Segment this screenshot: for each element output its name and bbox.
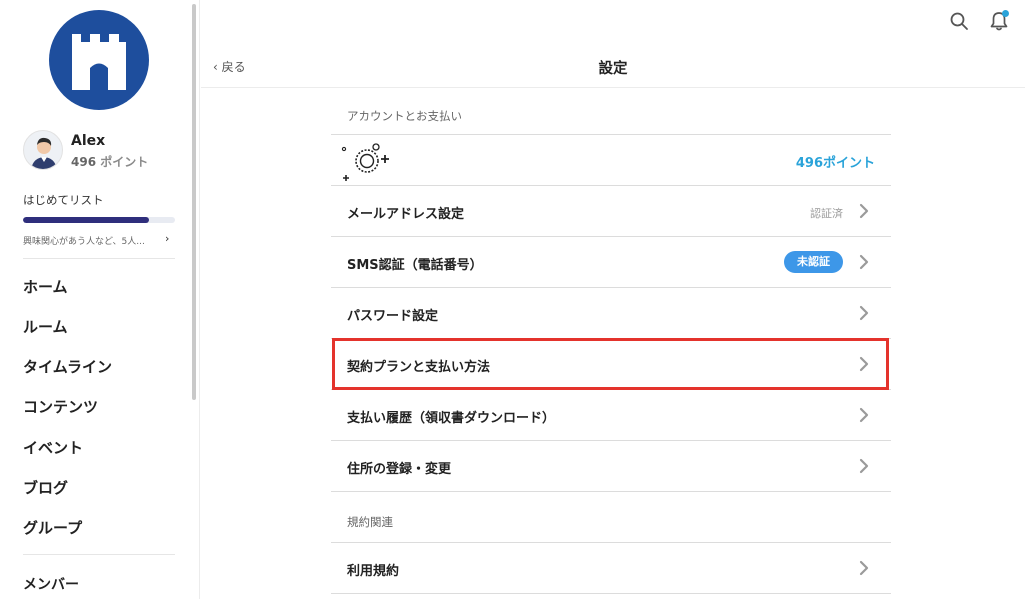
- chevron-right-icon: [859, 254, 869, 270]
- user-points-unit: ポイント: [100, 155, 149, 169]
- row-label: SMS認証（電話番号）: [347, 258, 483, 273]
- nav-members[interactable]: メンバー: [23, 574, 79, 594]
- row-address-settings[interactable]: 住所の登録・変更: [331, 441, 891, 492]
- chevron-right-icon: [859, 560, 869, 576]
- user-points: 496 ポイント: [71, 153, 148, 170]
- sidebar-divider: [23, 554, 175, 555]
- nav-contents[interactable]: コンテンツ: [23, 396, 98, 417]
- row-label: パスワード設定: [347, 309, 439, 324]
- chevron-right-icon: [859, 458, 869, 474]
- row-label: 住所の登録・変更: [347, 462, 452, 477]
- beginner-progress-bar: [23, 217, 175, 223]
- beginner-list-title[interactable]: はじめてリスト: [23, 192, 104, 208]
- nav-group[interactable]: グループ: [23, 517, 82, 538]
- page-title: 設定: [598, 61, 628, 77]
- beginner-list-description[interactable]: 興味関心があう人など、5人...: [23, 234, 163, 247]
- row-label: メールアドレス設定: [347, 207, 465, 222]
- row-label: 支払い履歴（領収書ダウンロード）: [347, 411, 556, 426]
- nav-room[interactable]: ルーム: [23, 316, 68, 337]
- chevron-right-icon: [859, 305, 869, 321]
- beginner-progress-fill: [23, 217, 150, 223]
- row-sms-verification[interactable]: SMS認証（電話番号） 未認証: [331, 237, 891, 288]
- status-badge-unverified: 未認証: [784, 251, 843, 273]
- settings-list: アカウントとお支払い 496ポイント メールアドレス設定 認証済 SMS認証（電…: [331, 88, 891, 594]
- chevron-right-icon: [859, 356, 869, 372]
- sidebar-divider: [23, 258, 175, 259]
- sidebar-scrollbar[interactable]: [192, 4, 196, 400]
- points-value: 496ポイント: [795, 156, 875, 171]
- notification-dot: [1002, 10, 1009, 17]
- row-password-settings[interactable]: パスワード設定: [331, 288, 891, 339]
- row-plan-and-payment[interactable]: 契約プランと支払い方法: [331, 339, 891, 390]
- status-verified: 認証済: [810, 207, 843, 220]
- nav-event[interactable]: イベント: [23, 437, 83, 458]
- nav-blog[interactable]: ブログ: [23, 477, 68, 498]
- chevron-right-icon: [859, 203, 869, 219]
- points-row[interactable]: 496ポイント: [331, 135, 891, 186]
- row-label: 契約プランと支払い方法: [347, 360, 491, 375]
- user-name: Alex: [71, 133, 106, 149]
- row-email-settings[interactable]: メールアドレス設定 認証済: [331, 186, 891, 237]
- community-logo[interactable]: [49, 10, 149, 110]
- chevron-right-icon[interactable]: ›: [165, 232, 169, 245]
- nav-home[interactable]: ホーム: [23, 276, 68, 297]
- row-label: 利用規約: [347, 564, 400, 579]
- sidebar: Alex 496 ポイント はじめてリスト 興味関心があう人など、5人... ›…: [0, 0, 200, 599]
- section-title-account: アカウントとお支払い: [331, 88, 891, 135]
- castle-icon: [72, 34, 126, 90]
- user-profile[interactable]: Alex 496 ポイント: [23, 130, 183, 172]
- user-points-number: 496: [71, 155, 97, 169]
- avatar: [23, 130, 63, 170]
- nav-timeline[interactable]: タイムライン: [23, 356, 112, 377]
- coin-icon: [341, 143, 389, 181]
- row-terms-of-use[interactable]: 利用規約: [331, 543, 891, 594]
- search-icon[interactable]: [948, 10, 970, 32]
- row-payment-history[interactable]: 支払い履歴（領収書ダウンロード）: [331, 390, 891, 441]
- chevron-right-icon: [859, 407, 869, 423]
- main-content: ‹ 戻る 設定 アカウントとお支払い 496ポイント メールアドレス設定 認証済…: [201, 0, 1025, 599]
- section-title-terms: 規約関連: [331, 492, 891, 543]
